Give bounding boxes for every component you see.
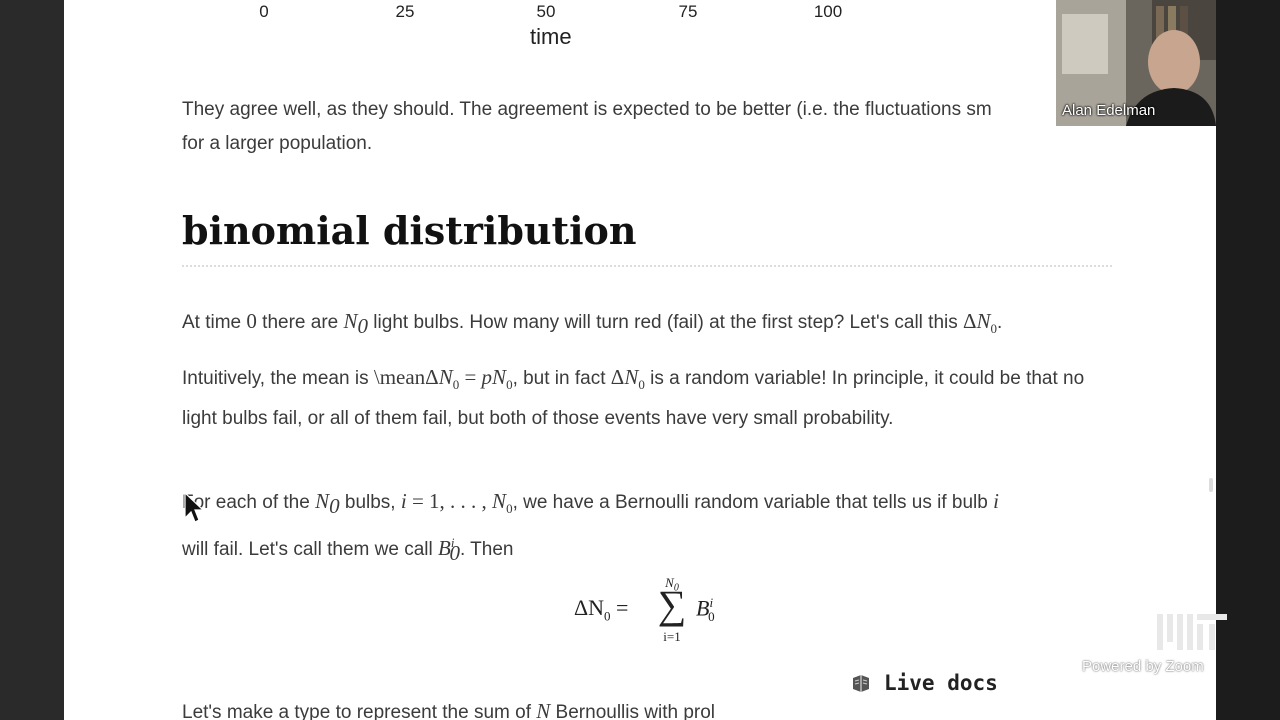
x-tick-0: 0 xyxy=(259,2,269,21)
text: Intuitively, the mean is xyxy=(182,368,374,389)
text: light bulbs. How many will turn red (fai… xyxy=(368,312,964,333)
mit-logo xyxy=(1157,614,1227,650)
text: Let's make a type to represent the sum o… xyxy=(182,702,537,720)
sigma-symbol: ∑ xyxy=(657,582,687,627)
presenter-video[interactable]: Alan Edelman xyxy=(1056,0,1216,126)
x-tick-100: 100 xyxy=(813,2,843,21)
text: . Then xyxy=(459,539,514,561)
live-docs-button[interactable]: Live docs xyxy=(850,668,998,698)
heading-divider xyxy=(182,265,1112,267)
text: At time xyxy=(182,312,247,333)
agreement-line-2: for a larger population. xyxy=(182,133,373,154)
math-mean-expression: ΔN0 = pN0 xyxy=(425,365,513,393)
math-index-range: i = 1, . . . , N0 xyxy=(400,489,513,517)
equation-lhs: ΔN0 = xyxy=(574,595,629,624)
math-N0: N0 xyxy=(315,489,340,519)
math-mean-macro: \mean xyxy=(373,365,426,389)
presenter-name-label: Alan Edelman xyxy=(1062,102,1156,119)
mouse-cursor-icon xyxy=(184,492,204,523)
math-N0: N0 xyxy=(343,309,369,339)
text: , we have a Bernoulli random variable th… xyxy=(512,492,994,513)
notebook-page: 0 25 50 75 100 time They agree well, as … xyxy=(64,0,1216,720)
math-delta-N0: ΔN0 xyxy=(610,365,645,393)
sum-equation: ΔN0 = N0 ∑ i=1 Bi0 xyxy=(574,575,774,647)
text: Bernoullis with prol xyxy=(550,702,716,720)
scroll-indicator[interactable] xyxy=(1209,478,1213,492)
math-zero: 0 xyxy=(246,309,257,333)
agreement-line-1: They agree well, as they should. The agr… xyxy=(182,99,992,120)
math-B0i: Bi0 xyxy=(438,535,460,566)
text: , but in fact xyxy=(512,368,611,389)
summation: N0 ∑ i=1 xyxy=(652,575,692,647)
x-tick-50: 50 xyxy=(536,2,556,21)
mean-paragraph: Intuitively, the mean is \meanΔN0 = pN0,… xyxy=(182,360,1102,436)
powered-by-zoom-label: Powered by Zoom xyxy=(1082,658,1204,675)
text: there are xyxy=(256,312,344,333)
bernoulli-paragraph: For each of the N0 bulbs, i = 1, . . . ,… xyxy=(182,484,1102,570)
book-icon xyxy=(853,675,869,692)
text: bulbs, xyxy=(339,492,401,513)
math-N: N xyxy=(536,699,551,720)
agreement-paragraph: They agree well, as they should. The agr… xyxy=(182,93,1102,161)
x-tick-25: 25 xyxy=(395,2,415,21)
text: will fail. Let's call them we call xyxy=(182,539,438,561)
x-axis-label: time xyxy=(530,24,572,49)
section-heading: binomial distribution xyxy=(182,208,637,253)
x-tick-75: 75 xyxy=(678,2,698,21)
intro-paragraph: At time 0 there are N0 light bulbs. How … xyxy=(182,304,1102,346)
live-docs-label: Live docs xyxy=(884,671,998,695)
text: . xyxy=(997,312,1003,333)
math-delta-N0: ΔN0 xyxy=(963,309,998,337)
sum-lower-limit: i=1 xyxy=(663,629,681,644)
equation-rhs: Bi0 xyxy=(696,595,715,624)
math-i: i xyxy=(993,489,999,513)
